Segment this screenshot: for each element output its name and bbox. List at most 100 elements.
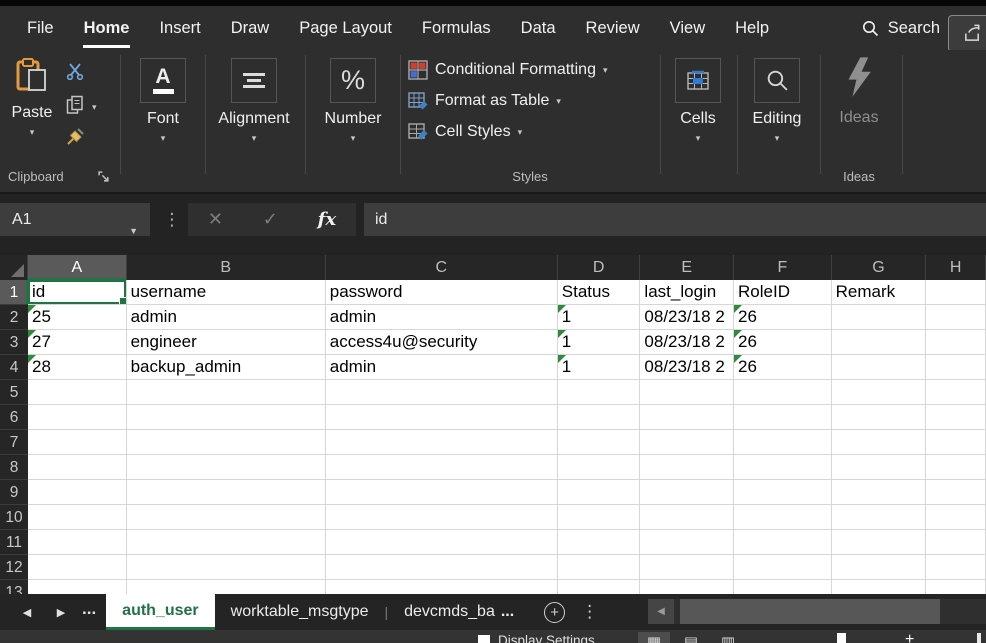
cell-D12[interactable] [558,555,641,580]
new-sheet-button[interactable]: + [544,602,565,623]
scrollbar-thumb[interactable] [680,599,940,624]
cell-A8[interactable] [28,455,127,480]
menu-item-view[interactable]: View [655,6,720,50]
cell-F1[interactable]: RoleID [734,280,832,305]
sheet-tab-auth_user[interactable]: auth_user [106,594,214,630]
row-header-3[interactable]: 3 [0,330,28,355]
row-header-5[interactable]: 5 [0,380,28,405]
cell-C4[interactable]: admin [326,355,558,380]
page-layout-view-icon[interactable]: ▤ [675,632,707,643]
row-header-11[interactable]: 11 [0,530,28,555]
cell-G10[interactable] [832,505,927,530]
cell-A1[interactable]: id [28,280,127,305]
cell-C7[interactable] [326,430,558,455]
cell-E7[interactable] [640,430,734,455]
cell-H6[interactable] [926,405,986,430]
cell-C1[interactable]: password [326,280,558,305]
cell-F7[interactable] [734,430,832,455]
sheet-nav-left-icon[interactable]: ◀ [15,606,39,619]
formula-input[interactable]: id [364,203,986,236]
copy-dropdown-caret[interactable]: ▾ [92,103,97,112]
cell-C11[interactable] [326,530,558,555]
cell-H9[interactable] [926,480,986,505]
cell-D2[interactable]: 1 [558,305,641,330]
menu-item-page-layout[interactable]: Page Layout [284,6,407,50]
cell-F9[interactable] [734,480,832,505]
row-header-10[interactable]: 10 [0,505,28,530]
cell-G7[interactable] [832,430,927,455]
cell-H1[interactable] [926,280,986,305]
cell-D9[interactable] [558,480,641,505]
cell-A2[interactable]: 25 [28,305,127,330]
column-header-C[interactable]: C [326,255,558,280]
cell-H10[interactable] [926,505,986,530]
cell-A13[interactable] [28,580,127,594]
cell-F10[interactable] [734,505,832,530]
cell-G11[interactable] [832,530,927,555]
menu-item-help[interactable]: Help [720,6,784,50]
cell-B2[interactable]: admin [127,305,326,330]
cell-A12[interactable] [28,555,127,580]
cell-E4[interactable]: 08/23/18 2 [640,355,734,380]
cell-F4[interactable]: 26 [734,355,832,380]
row-header-13[interactable]: 13 [0,580,28,594]
cell-G1[interactable]: Remark [832,280,927,305]
sheet-tab-worktable_msgtype[interactable]: worktable_msgtype [215,594,385,630]
cell-C3[interactable]: access4u@security [326,330,558,355]
cell-D4[interactable]: 1 [558,355,641,380]
cell-B12[interactable] [127,555,326,580]
copy-button[interactable] [60,92,90,118]
cell-D8[interactable] [558,455,641,480]
cell-E5[interactable] [640,380,734,405]
cell-D10[interactable] [558,505,641,530]
cell-D6[interactable] [558,405,641,430]
column-header-F[interactable]: F [734,255,832,280]
cell-E13[interactable] [640,580,734,594]
cell-C2[interactable]: admin [326,305,558,330]
conditional-formatting-button[interactable]: Conditional Formatting ▾ [408,59,608,81]
cell-G8[interactable] [832,455,927,480]
row-header-12[interactable]: 12 [0,555,28,580]
cell-C10[interactable] [326,505,558,530]
cell-D1[interactable]: Status [558,280,641,305]
cell-A3[interactable]: 27 [28,330,127,355]
cell-A6[interactable] [28,405,127,430]
cell-H3[interactable] [926,330,986,355]
format-painter-button[interactable] [60,124,90,150]
cell-E2[interactable]: 08/23/18 2 [640,305,734,330]
ideas-button[interactable]: Ideas [815,56,903,127]
cell-A9[interactable] [28,480,127,505]
insert-function-button[interactable]: fx [318,209,336,230]
select-all-button[interactable] [0,255,28,280]
cell-G9[interactable] [832,480,927,505]
cell-B7[interactable] [127,430,326,455]
cell-G3[interactable] [832,330,927,355]
cell-C6[interactable] [326,405,558,430]
cell-F5[interactable] [734,380,832,405]
sheet-nav-right-icon[interactable]: ▶ [49,606,73,619]
zoom-in-icon[interactable]: + [905,631,914,643]
cell-E3[interactable]: 08/23/18 2 [640,330,734,355]
cell-F3[interactable]: 26 [734,330,832,355]
page-break-view-icon[interactable]: ▥ [712,632,744,643]
cell-E9[interactable] [640,480,734,505]
clipboard-dialog-launcher[interactable] [98,170,111,183]
font-group-button[interactable]: A Font ▾ [117,58,209,143]
menu-item-draw[interactable]: Draw [216,6,285,50]
cell-B9[interactable] [127,480,326,505]
cell-H2[interactable] [926,305,986,330]
cell-B6[interactable] [127,405,326,430]
scrollbar-left-button[interactable]: ◀ [648,599,674,624]
cell-C5[interactable] [326,380,558,405]
tab-options-button[interactable]: ⋮ [581,602,598,622]
menu-item-data[interactable]: Data [506,6,571,50]
zoom-slider-thumb[interactable] [837,633,846,643]
cell-B5[interactable] [127,380,326,405]
cell-F13[interactable] [734,580,832,594]
cell-styles-button[interactable]: Cell Styles ▾ [408,121,522,143]
cell-B10[interactable] [127,505,326,530]
row-header-1[interactable]: 1 [0,280,28,305]
column-header-G[interactable]: G [832,255,927,280]
column-header-E[interactable]: E [640,255,734,280]
cell-F12[interactable] [734,555,832,580]
